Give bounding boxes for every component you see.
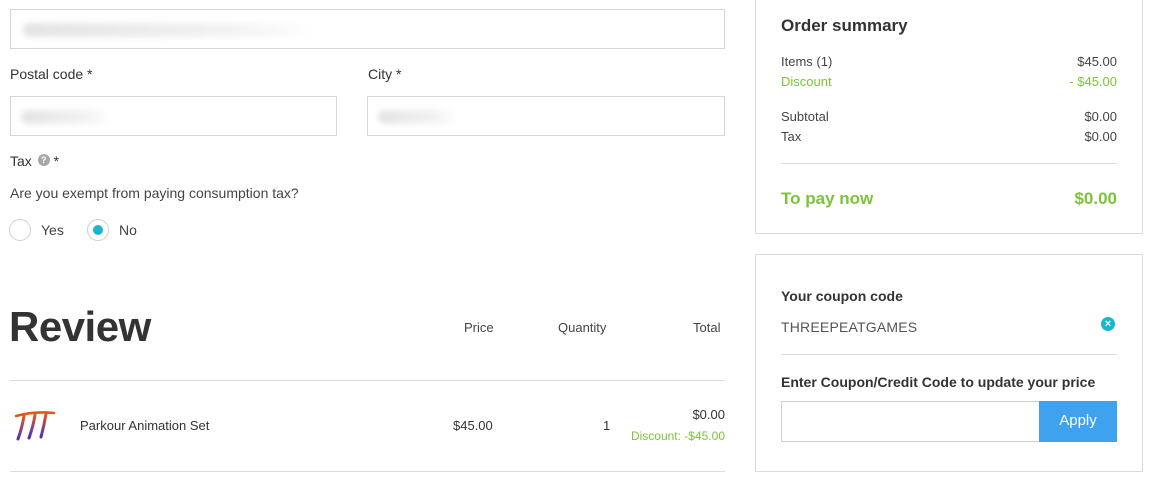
postal-code-label: Postal code * <box>10 66 93 82</box>
question-mark-icon[interactable]: ? <box>37 154 50 166</box>
tax-label-row: Tax ? * <box>10 153 59 169</box>
to-pay-now-value: $0.00 <box>1074 189 1117 208</box>
tax-summary-value: $0.00 <box>1084 129 1117 144</box>
subtotal-label: Subtotal <box>781 109 829 124</box>
items-value: $45.00 <box>1077 54 1117 69</box>
enter-coupon-heading: Enter Coupon/Credit Code to update your … <box>781 374 1096 390</box>
tax-exempt-yes-radio[interactable] <box>9 219 31 241</box>
coupon-panel: Your coupon code THREEPEATGAMES × Enter … <box>755 254 1143 472</box>
subtotal-value: $0.00 <box>1084 109 1117 124</box>
tax-exempt-no-label[interactable]: No <box>119 222 137 238</box>
product-name: Parkour Animation Set <box>80 418 210 433</box>
tax-exempt-yes-label[interactable]: Yes <box>41 222 64 238</box>
your-coupon-heading: Your coupon code <box>781 288 903 304</box>
discount-value: - $45.00 <box>1069 74 1117 89</box>
product-price: $45.00 <box>453 418 493 433</box>
table-divider-bottom <box>10 471 725 472</box>
tax-exempt-no-radio[interactable] <box>87 219 109 241</box>
order-summary-title: Order summary <box>781 16 908 35</box>
tax-required-marker: * <box>53 153 60 169</box>
coupon-divider <box>781 354 1117 355</box>
redacted-value <box>23 23 313 37</box>
city-field[interactable] <box>367 96 725 136</box>
redacted-value <box>378 110 458 124</box>
apply-button[interactable]: Apply <box>1039 401 1117 442</box>
order-summary-panel: Order summary Items (1) $45.00 Discount … <box>755 0 1143 234</box>
product-quantity: 1 <box>603 418 611 433</box>
quantity-column-header: Quantity <box>558 320 607 335</box>
product-logo-icon <box>14 411 56 441</box>
address-field[interactable] <box>10 9 725 49</box>
coupon-code-input[interactable] <box>781 401 1040 442</box>
items-label: Items (1) <box>781 54 833 69</box>
remove-coupon-icon[interactable]: × <box>1101 317 1115 331</box>
tax-label: Tax <box>10 153 32 169</box>
postal-code-field[interactable] <box>10 96 337 136</box>
total-column-header: Total <box>693 320 721 335</box>
city-label: City * <box>368 66 402 82</box>
product-total: $0.00 <box>692 407 725 422</box>
redacted-value <box>21 110 111 124</box>
product-discount: Discount: -$45.00 <box>630 429 725 443</box>
summary-divider <box>781 163 1117 164</box>
tax-summary-label: Tax <box>781 129 802 144</box>
review-heading: Review <box>9 303 151 350</box>
tax-exempt-question: Are you exempt from paying consumption t… <box>10 185 299 201</box>
table-divider-top <box>10 380 725 381</box>
discount-label: Discount <box>781 74 832 89</box>
to-pay-now-label: To pay now <box>781 189 874 208</box>
applied-coupon-code: THREEPEATGAMES <box>781 319 918 335</box>
price-column-header: Price <box>464 320 494 335</box>
